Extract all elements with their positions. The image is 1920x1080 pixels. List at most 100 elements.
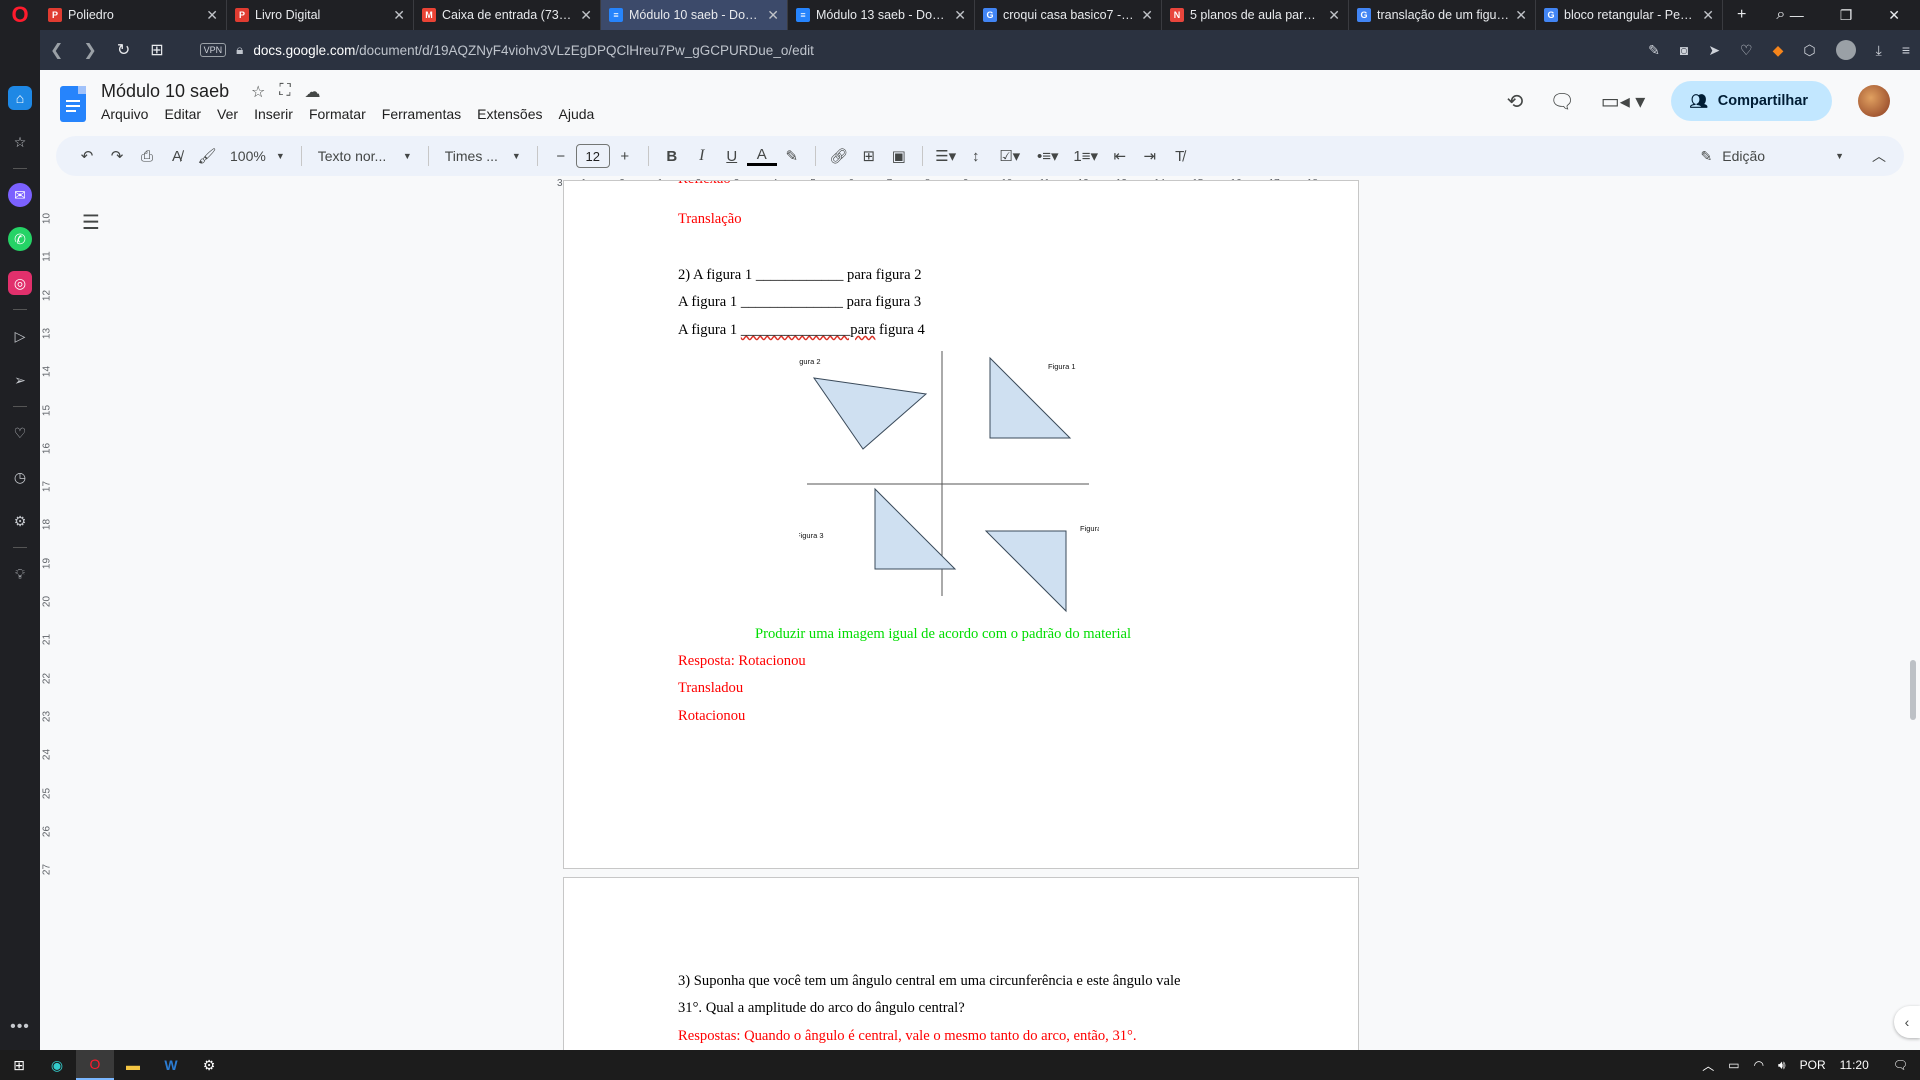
back-icon[interactable]: ❮ [50,40,63,60]
menu-extensoes[interactable]: Extensões [477,106,542,122]
increase-indent-icon[interactable]: ⇥ [1135,147,1165,165]
close-tab-icon[interactable]: ✕ [580,7,592,24]
whatsapp-icon[interactable]: ✆ [8,227,32,251]
star-icon[interactable]: ☆ [8,130,32,154]
browser-tab[interactable]: M Caixa de entrada (738) - c ✕ [414,0,601,30]
line-spacing-icon[interactable]: ↕ [961,148,991,165]
messenger-icon[interactable]: ✉ [8,183,32,207]
insert-link-icon[interactable]: 🔗︎ [824,147,854,165]
underline-icon[interactable]: U [717,148,747,165]
reload-icon[interactable]: ↻ [117,40,130,60]
align-icon[interactable]: ☰▾ [931,147,961,165]
triangle-figura-3[interactable] [874,487,957,570]
history-icon[interactable]: ◷ [8,465,32,489]
settings-taskbar-icon[interactable]: ⚙ [190,1050,228,1080]
close-tab-icon[interactable]: ✕ [1328,7,1340,24]
checklist-icon[interactable]: ☑▾ [991,147,1029,165]
menu-editar[interactable]: Editar [164,106,201,122]
font-select[interactable]: Times ... ▼ [437,148,529,164]
player-icon[interactable]: ▷ [8,324,32,348]
close-tab-icon[interactable]: ✕ [206,7,218,24]
settings-gear-icon[interactable]: ⚙ [8,509,32,533]
search-tabs-icon[interactable]: ⌕ [1776,6,1785,24]
decrease-indent-icon[interactable]: ⇤ [1105,147,1135,165]
share-button[interactable]: 👥︎ Compartilhar [1671,81,1832,121]
font-size-input[interactable]: 12 [575,144,610,168]
close-tab-icon[interactable]: ✕ [1702,7,1714,24]
speed-dial-icon[interactable]: ⊞ [150,40,163,60]
triangle-figura-4[interactable] [984,530,1067,613]
bulleted-list-icon[interactable]: •≡▾ [1029,147,1067,165]
undo-icon[interactable]: ↶ [72,147,102,165]
new-tab-icon[interactable]: + [1737,6,1746,24]
document-page[interactable]: Reflexão Translação 2) A figura 1 ______… [563,180,1359,869]
notifications-icon[interactable]: 🗨︎ [1893,1058,1908,1072]
menu-ajuda[interactable]: Ajuda [559,106,595,122]
home-icon[interactable]: ⌂ [8,86,32,110]
browser-menu-icon[interactable]: ≡ [1902,42,1910,58]
send-arrow-icon[interactable]: ➢ [8,368,32,392]
restore-icon[interactable]: ❐ [1840,7,1853,24]
close-tab-icon[interactable]: ✕ [767,7,779,24]
download-icon[interactable]: ⤓ [1876,42,1882,59]
menu-ferramentas[interactable]: Ferramentas [382,106,461,122]
menu-arquivo[interactable]: Arquivo [101,106,148,122]
edit-page-icon[interactable]: ✎ [1648,42,1660,59]
show-side-panel-icon[interactable]: ‹ [1894,1006,1920,1038]
move-to-drive-icon[interactable]: ⛶ [279,82,290,102]
minimize-icon[interactable]: — [1790,7,1804,23]
send-icon[interactable]: ➤ [1708,42,1720,59]
docs-logo-icon[interactable] [60,86,86,122]
browser-tab[interactable]: ≡ Módulo 13 saeb - Docum ✕ [788,0,975,30]
paint-format-icon[interactable]: 🖌︎ [192,147,222,165]
document-outline-icon[interactable]: ☰ [82,210,100,235]
user-avatar[interactable] [1858,85,1890,117]
tray-chevron-icon[interactable]: ︿ [1702,1057,1714,1074]
snapshot-icon[interactable]: ◙ [1680,42,1688,58]
browser-tab[interactable]: Gtranslação de um figura - ✕ [1349,0,1536,30]
version-history-icon[interactable]: ⟲ [1507,89,1524,114]
document-page-2[interactable]: 3) Suponha que você tem um ângulo centra… [563,877,1359,1057]
lightbulb-icon[interactable]: 💡︎ [8,562,32,586]
bookmark-heart-icon[interactable]: ♡ [1740,42,1753,59]
close-window-icon[interactable]: ✕ [1888,7,1900,24]
browser-tab[interactable]: Gcroqui casa basico7 - Pes ✕ [975,0,1162,30]
vpn-badge[interactable]: VPN [199,43,227,57]
zoom-select[interactable]: 100% ▼ [222,148,293,164]
bold-icon[interactable]: B [657,148,687,165]
scroll-thumb[interactable] [1910,660,1916,720]
browser-tab[interactable]: N 5 planos de aula para de ✕ [1162,0,1349,30]
opera-taskbar-icon[interactable]: O [76,1050,114,1080]
increase-font-size-icon[interactable]: + [610,148,640,165]
wifi-icon[interactable]: ◠ [1754,1058,1764,1072]
vertical-ruler[interactable]: 10 11 12 13 14 15 16 17 18 19 20 21 22 23 24 25 26 27 [40,195,54,875]
collapse-toolbar-icon[interactable]: ︿ [1872,146,1886,166]
browser-tab[interactable]: ≡ Módulo 10 saeb - Docum ✕ [601,0,788,30]
browser-tab[interactable]: P Livro Digital ✕ [227,0,414,30]
decrease-font-size-icon[interactable]: − [546,148,576,165]
editing-mode-select[interactable]: ✎ Edição ▼ [1701,136,1844,176]
spellcheck-icon[interactable]: A̸ [162,148,192,165]
numbered-list-icon[interactable]: 1≡▾ [1067,147,1105,165]
browser-tab[interactable]: P Poliedro ✕ [40,0,227,30]
clear-formatting-icon[interactable]: T̸ [1165,148,1195,165]
close-tab-icon[interactable]: ✕ [954,7,966,24]
insert-image-icon[interactable]: ▣ [884,147,914,165]
vertical-scrollbar[interactable] [1906,195,1920,1050]
cloud-saved-icon[interactable]: ☁ [305,82,321,102]
close-tab-icon[interactable]: ✕ [393,7,405,24]
redo-icon[interactable]: ↷ [102,147,132,165]
style-select[interactable]: Texto nor... ▼ [310,148,420,164]
transformations-figure[interactable]: Figura 2 Figura 1 Figura 3 Figura 4 [799,351,1099,621]
star-document-icon[interactable]: ☆ [251,82,265,102]
browser-tab[interactable]: Gbloco retangular - Pesqui ✕ [1536,0,1723,30]
extensions-cube-icon[interactable]: ⬡ [1803,42,1815,59]
more-dots-icon[interactable]: ••• [10,1018,30,1036]
menu-formatar[interactable]: Formatar [309,106,366,122]
text-color-icon[interactable]: A [746,146,777,166]
language-indicator[interactable]: POR [1800,1058,1826,1072]
close-tab-icon[interactable]: ✕ [1515,7,1527,24]
battery-icon[interactable]: ▭ [1728,1058,1739,1072]
add-comment-icon[interactable]: ⊞ [854,147,884,165]
comments-icon[interactable]: 🗨︎ [1549,89,1574,114]
